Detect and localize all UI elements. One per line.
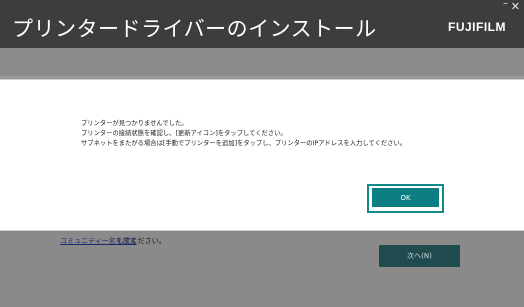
dialog-message-line: プリンターが見つかりませんでした。 [81,120,188,127]
printer-not-found-dialog: プリンターが見つかりませんでした。 プリンターの接続状態を確認し、[更新アイコン… [0,79,524,231]
next-button[interactable]: 次へ(N) [379,245,460,267]
dimmed-toolbar-band [0,48,524,76]
community-name-suffix: してください。 [117,237,166,245]
app-title: プリンタードライバーのインストール [12,17,377,41]
fujifilm-logo: FUJIFILM [448,20,506,34]
dialog-message: プリンターが見つかりませんでした。 プリンターの接続状態を確認し、[更新アイコン… [81,119,406,149]
minimize-icon[interactable]: – [503,0,508,9]
dialog-message-line: サブネットをまたがる場合は[手動でプリンターを追加]をタップし、プリンターのIP… [81,140,407,147]
ok-button[interactable]: OK [372,188,439,207]
close-icon[interactable]: ✕ [511,0,520,13]
dialog-message-line: プリンターの接続状態を確認し、[更新アイコン]をタップしてください。 [81,130,287,137]
title-bar: プリンタードライバーのインストール FUJIFILM – ✕ [0,0,524,48]
